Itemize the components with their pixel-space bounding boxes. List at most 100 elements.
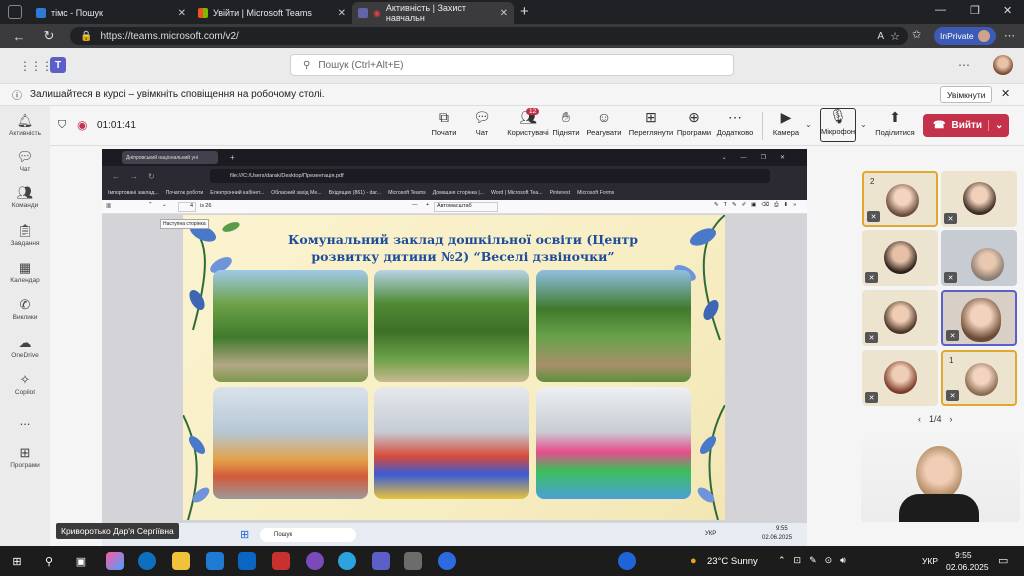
office-icon[interactable] xyxy=(272,552,290,570)
camera-icon: ▶ xyxy=(780,109,792,125)
leave-label: Вийти xyxy=(951,120,983,131)
search-input[interactable]: ⚲ Пошук (Ctrl+Alt+E) xyxy=(290,54,734,76)
viber-icon[interactable] xyxy=(306,552,324,570)
tab-actions-icon[interactable] xyxy=(8,5,22,19)
self-video[interactable] xyxy=(861,434,1020,522)
participant-tile[interactable]: 1 ✕ xyxy=(941,350,1017,406)
close-tab-icon[interactable]: ✕ xyxy=(178,8,186,19)
apps-button[interactable]: ⊕ Програми xyxy=(674,110,714,138)
notification-text: Залишайтеся в курсі – увімкніть сповіщен… xyxy=(30,89,325,100)
windows-start-icon[interactable]: ⊞ xyxy=(8,552,26,570)
language-indicator[interactable]: УКР xyxy=(922,556,938,566)
more-button[interactable]: ⋯ Додатково xyxy=(715,110,755,138)
file-explorer-icon[interactable] xyxy=(172,552,190,570)
task-view-icon[interactable]: ▣ xyxy=(72,552,90,570)
raise-hand-order: 1 xyxy=(949,356,954,365)
help-icon[interactable] xyxy=(618,552,636,570)
more-icon[interactable]: ⋯ xyxy=(1004,29,1015,42)
pdf-viewport: Комунальний заклад дошкільної освіти (Це… xyxy=(102,214,807,547)
browser-tab-search[interactable]: тімс - Пошук ✕ xyxy=(30,2,192,24)
zoom-icon[interactable] xyxy=(438,552,456,570)
inprivate-badge[interactable]: InPrivate xyxy=(934,27,996,45)
rail-item-calendar[interactable]: ▦ Календар xyxy=(0,261,50,285)
enable-notifications-button[interactable]: Увімкнути xyxy=(940,86,993,103)
rail-item-apps[interactable]: ⊞ Програми xyxy=(0,446,50,470)
participant-tile[interactable]: ✕ xyxy=(862,230,938,286)
rail-item-copilot[interactable]: ✧ Copilot xyxy=(0,373,50,397)
avatar xyxy=(886,184,919,217)
divider xyxy=(762,112,763,140)
refresh-button[interactable]: ↻ xyxy=(38,26,60,46)
phone-hangup-icon: ☎ xyxy=(933,120,946,131)
participant-tile[interactable]: ✕ xyxy=(862,290,938,346)
microphone-button[interactable]: 🎙︎ Мікрофон xyxy=(820,108,856,142)
close-icon[interactable]: ✕ xyxy=(1001,87,1010,100)
app-launcher-icon[interactable]: ⋮⋮⋮ xyxy=(19,59,53,73)
raise-hand-button[interactable]: ✋︎ Підняти xyxy=(546,110,586,138)
new-tab-button[interactable]: + xyxy=(520,3,529,20)
browser-tab-activity[interactable]: ◉ Активність | Захист навчальн ✕ xyxy=(352,2,514,24)
share-button[interactable]: ⬆ Поділитися xyxy=(874,110,916,138)
read-aloud-icon[interactable]: A xyxy=(877,31,884,42)
notifications-icon[interactable]: ▭ xyxy=(998,554,1008,567)
chat-button[interactable]: 💬︎ Чат xyxy=(462,110,502,138)
weather-text[interactable]: 23°C Sunny xyxy=(707,556,758,567)
close-tab-icon[interactable]: ✕ xyxy=(338,8,346,19)
chevron-down-icon[interactable]: ⌄ xyxy=(805,120,812,129)
copilot-icon[interactable] xyxy=(106,552,124,570)
chevron-right-icon[interactable]: › xyxy=(950,414,953,424)
back-button[interactable]: ← xyxy=(8,26,30,46)
favorites-icon[interactable]: ✩ xyxy=(912,28,921,41)
clock-time[interactable]: 9:55 xyxy=(955,550,972,560)
chevron-left-icon[interactable]: ‹ xyxy=(918,414,921,424)
store-icon[interactable] xyxy=(206,552,224,570)
rail-item-teams[interactable]: 👥︎ Команди xyxy=(0,186,50,210)
minimize-button[interactable]: — xyxy=(935,4,946,16)
outlook-icon[interactable] xyxy=(238,552,256,570)
rail-item-chat[interactable]: 💬︎ Чат xyxy=(0,150,50,174)
browser-tab-teams-login[interactable]: Увійти | Microsoft Teams ✕ xyxy=(192,2,352,24)
bing-icon xyxy=(36,8,46,18)
url-text: https://teams.microsoft.com/v2/ xyxy=(100,30,239,42)
rail-item-activity[interactable]: 🔔︎ Активність xyxy=(0,114,50,138)
participant-tile[interactable]: ✕ xyxy=(941,230,1017,286)
close-window-button[interactable]: ✕ xyxy=(1003,4,1012,17)
participant-tile[interactable]: 2 ✕ xyxy=(862,171,938,227)
user-avatar[interactable] xyxy=(993,55,1013,75)
mic-off-icon: ✕ xyxy=(946,390,959,401)
rail-item-more[interactable]: ... xyxy=(0,414,50,428)
close-tab-icon[interactable]: ✕ xyxy=(500,8,508,19)
rail-item-onedrive[interactable]: ☁ OneDrive xyxy=(0,336,50,360)
telegram-icon[interactable] xyxy=(338,552,356,570)
favorite-star-icon[interactable]: ☆ xyxy=(890,30,900,43)
app-icon[interactable] xyxy=(404,552,422,570)
view-button[interactable]: ⊞ Переглянути xyxy=(628,110,674,138)
teams-icon[interactable] xyxy=(372,552,390,570)
participant-tile[interactable]: ✕ xyxy=(862,350,938,406)
participant-tile[interactable]: ✕ xyxy=(941,171,1017,227)
tray-icons[interactable]: ⌃⊡✎⊙🔊︎ xyxy=(778,555,854,566)
present-button[interactable]: ⧉ Почати xyxy=(424,110,464,138)
participant-tile[interactable]: ✕ xyxy=(941,290,1017,346)
chevron-down-icon[interactable]: ⌄ xyxy=(988,120,1003,131)
clock-date[interactable]: 02.06.2025 xyxy=(946,562,989,572)
page-indicator: 1/4 xyxy=(929,414,942,424)
avatar xyxy=(884,361,917,394)
rail-label: Виклики xyxy=(12,314,38,321)
rail-item-calls[interactable]: ✆ Виклики xyxy=(0,298,50,322)
rail-item-assignments[interactable]: 📋︎ Завдання xyxy=(0,224,50,248)
teams-left-rail: 🔔︎ Активність 💬︎ Чат 👥︎ Команди 📋︎ Завдання … xyxy=(0,106,50,546)
smile-icon: ☺ xyxy=(596,109,612,125)
rail-label: Завдання xyxy=(10,240,40,247)
maximize-button[interactable]: ❐ xyxy=(970,4,980,17)
address-bar[interactable]: 🔒 https://teams.microsoft.com/v2/ A ☆ xyxy=(70,27,908,45)
more-icon[interactable]: ⋯ xyxy=(958,58,970,72)
chevron-down-icon[interactable]: ⌄ xyxy=(860,120,867,129)
search-icon[interactable]: ⚲ xyxy=(40,552,58,570)
leave-button[interactable]: ☎ Вийти ⌄ xyxy=(923,114,1009,137)
react-button[interactable]: ☺ Реагувати xyxy=(584,109,624,138)
bookmark: Обласний захід Ме... xyxy=(271,190,322,196)
mic-icon: 🎙︎ xyxy=(829,108,847,124)
edge-icon[interactable] xyxy=(138,552,156,570)
camera-button[interactable]: ▶ Камера xyxy=(766,109,806,138)
